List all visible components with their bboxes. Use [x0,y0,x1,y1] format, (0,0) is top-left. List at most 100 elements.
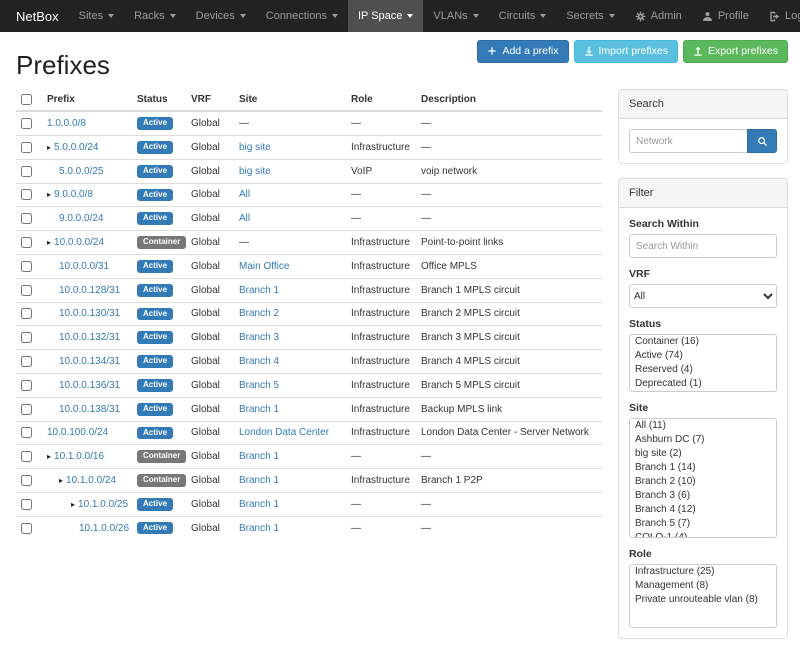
site-link[interactable]: Branch 4 [239,356,279,367]
add-prefix-button[interactable]: Add a prefix [477,40,568,63]
site-filter-option[interactable]: Branch 4 (12) [630,503,776,517]
nav-menu-item[interactable]: Racks [124,0,186,32]
site-link[interactable]: Branch 1 [239,451,279,462]
site-link[interactable]: Branch 5 [239,380,279,391]
site-link[interactable]: Branch 1 [239,499,279,510]
status-filter-option[interactable]: Active (74) [630,349,776,363]
site-filter-option[interactable]: Branch 5 (7) [630,517,776,531]
row-checkbox[interactable] [21,475,32,486]
row-checkbox[interactable] [21,213,32,224]
import-prefixes-button[interactable]: Import prefixes [574,40,678,63]
prefix-link[interactable]: 10.0.0.130/31 [59,308,120,319]
site-link[interactable]: Branch 2 [239,308,279,319]
row-checkbox[interactable] [21,261,32,272]
column-header[interactable]: VRF [186,89,234,111]
prefix-link[interactable]: 5.0.0.0/24 [54,142,98,153]
nav-menu-item[interactable]: Circuits [489,0,557,32]
search-within-input[interactable] [629,234,777,258]
site-link[interactable]: Branch 1 [239,285,279,296]
column-header[interactable]: Role [346,89,416,111]
site-link[interactable]: All [239,213,250,224]
site-filter-option[interactable]: COLO-1 (4) [630,531,776,538]
prefix-link[interactable]: 1.0.0.0/8 [47,118,86,129]
prefix-link[interactable]: 10.0.0.136/31 [59,380,120,391]
expand-arrow-icon[interactable]: ▸ [47,190,51,199]
column-header[interactable]: Description [416,89,602,111]
nav-menu-item[interactable]: Connections [256,0,348,32]
prefix-link[interactable]: 10.0.0.134/31 [59,356,120,367]
row-checkbox[interactable] [21,404,32,415]
prefix-link[interactable]: 10.1.0.0/16 [54,451,104,462]
row-checkbox[interactable] [21,189,32,200]
prefix-link[interactable]: 10.1.0.0/24 [66,475,116,486]
expand-arrow-icon[interactable]: ▸ [47,452,51,461]
status-filter-option[interactable]: Deprecated (1) [630,377,776,391]
prefix-link[interactable]: 10.0.100.0/24 [47,427,108,438]
prefix-link[interactable]: 10.0.0.138/31 [59,404,120,415]
prefix-link[interactable]: 9.0.0.0/8 [54,189,93,200]
prefix-link[interactable]: 9.0.0.0/24 [59,213,103,224]
expand-arrow-icon[interactable]: ▸ [47,238,51,247]
site-link[interactable]: Branch 3 [239,332,279,343]
site-link[interactable]: Branch 1 [239,404,279,415]
column-header[interactable]: Status [132,89,186,111]
site-link[interactable]: Branch 1 [239,523,279,534]
status-filter-option[interactable]: Container (16) [630,335,776,349]
row-checkbox[interactable] [21,142,32,153]
nav-menu-item[interactable]: Sites [69,0,124,32]
site-link[interactable]: big site [239,142,271,153]
prefix-link[interactable]: 5.0.0.0/25 [59,166,103,177]
status-filter-listbox[interactable]: Container (16)Active (74)Reserved (4)Dep… [629,334,777,392]
site-filter-option[interactable]: Branch 1 (14) [630,461,776,475]
profile-link[interactable]: Profile [692,0,759,32]
site-filter-option[interactable]: All (11) [630,419,776,433]
column-header[interactable]: Site [234,89,346,111]
nav-menu-item[interactable]: Devices [186,0,256,32]
role-filter-option[interactable]: Management (8) [630,579,776,593]
expand-arrow-icon[interactable]: ▸ [71,500,75,509]
row-checkbox[interactable] [21,356,32,367]
site-filter-listbox[interactable]: All (11)Ashburn DC (7)big site (2)Branch… [629,418,777,538]
brand-link[interactable]: NetBox [6,0,69,32]
select-all-checkbox[interactable] [21,94,32,105]
site-link[interactable]: All [239,189,250,200]
site-filter-option[interactable]: Ashburn DC (7) [630,433,776,447]
site-link[interactable]: — [239,237,249,248]
role-filter-option[interactable]: Private unrouteable vlan (8) [630,593,776,607]
prefix-link[interactable]: 10.0.0.132/31 [59,332,120,343]
row-checkbox[interactable] [21,380,32,391]
site-filter-option[interactable]: Branch 2 (10) [630,475,776,489]
row-checkbox[interactable] [21,118,32,129]
export-prefixes-button[interactable]: Export prefixes [683,40,788,63]
nav-menu-item[interactable]: Secrets [556,0,624,32]
row-checkbox[interactable] [21,451,32,462]
row-checkbox[interactable] [21,332,32,343]
row-checkbox[interactable] [21,237,32,248]
status-filter-option[interactable]: Reserved (4) [630,363,776,377]
prefix-link[interactable]: 10.0.0.0/24 [54,237,104,248]
site-link[interactable]: — [239,118,249,129]
nav-menu-item[interactable]: IP Space [348,0,423,32]
row-checkbox[interactable] [21,166,32,177]
search-input[interactable] [629,129,747,153]
prefix-link[interactable]: 10.0.0.0/31 [59,261,109,272]
row-checkbox[interactable] [21,427,32,438]
prefix-link[interactable]: 10.0.0.128/31 [59,285,120,296]
admin-link[interactable]: Admin [625,0,692,32]
site-filter-option[interactable]: Branch 3 (6) [630,489,776,503]
search-button[interactable] [747,129,777,153]
role-filter-listbox[interactable]: Infrastructure (25)Management (8)Private… [629,564,777,628]
site-link[interactable]: Branch 1 [239,475,279,486]
role-filter-option[interactable]: Infrastructure (25) [630,565,776,579]
site-filter-option[interactable]: big site (2) [630,447,776,461]
expand-arrow-icon[interactable]: ▸ [59,476,63,485]
prefix-link[interactable]: 10.1.0.0/25 [78,499,128,510]
site-link[interactable]: big site [239,166,271,177]
row-checkbox[interactable] [21,285,32,296]
expand-arrow-icon[interactable]: ▸ [47,143,51,152]
site-link[interactable]: London Data Center [239,427,329,438]
nav-menu-item[interactable]: VLANs [423,0,488,32]
logout-link[interactable]: Log out [759,0,800,32]
prefix-link[interactable]: 10.1.0.0/26 [79,523,129,534]
row-checkbox[interactable] [21,308,32,319]
